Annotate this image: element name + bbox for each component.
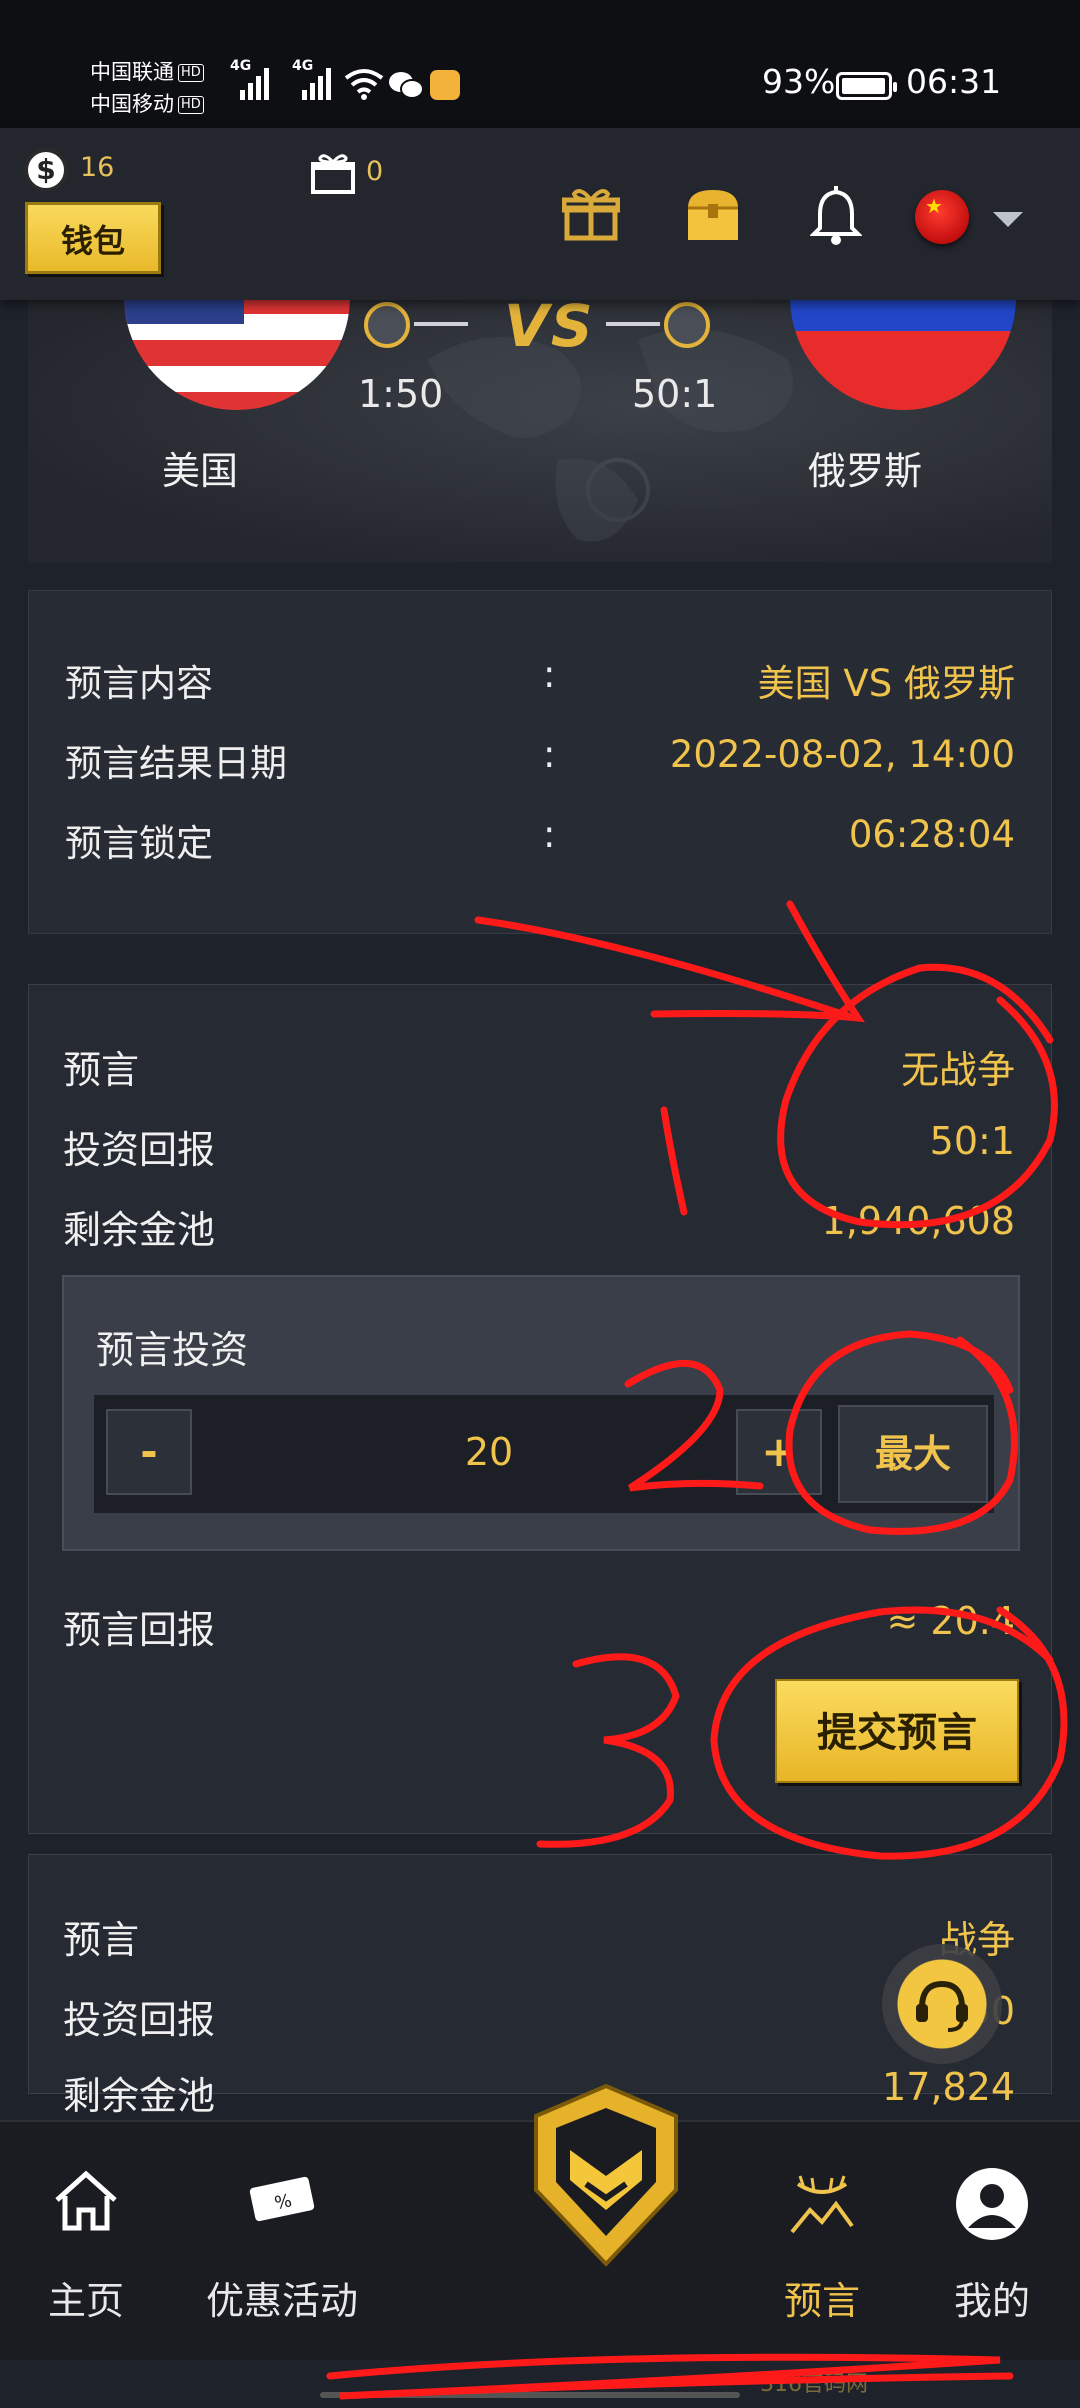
vs-divider	[414, 322, 468, 326]
gift-icon[interactable]	[562, 186, 620, 242]
coin-balance: 16	[80, 152, 115, 183]
reward-value: ≈ 20.4	[886, 1599, 1015, 1643]
submit-prediction-button[interactable]: 提交预言	[775, 1679, 1019, 1783]
amount-stepper: - 20 + 最大	[94, 1395, 994, 1513]
carrier-2: 中国移动	[90, 92, 174, 116]
nav-label: 优惠活动	[205, 2279, 358, 2323]
pool-row: 剩余金池 1,940,608	[63, 1199, 1015, 1259]
wifi-icon	[344, 69, 384, 100]
return-value: 50:1	[929, 1119, 1015, 1163]
odds-team-a: 1:50	[358, 372, 444, 416]
decrease-button[interactable]: -	[106, 1409, 192, 1495]
headset-icon	[916, 1980, 968, 2032]
vs-label: VS	[504, 300, 595, 360]
prophecy-icon	[790, 2175, 854, 2234]
status-bar: 中国联通 HD 中国移动 HD 4G 4G 93% 06:31	[0, 0, 1080, 128]
info-colon: :	[543, 653, 556, 696]
customer-support-button[interactable]	[882, 1944, 1002, 2064]
gift-count: 0	[366, 156, 384, 187]
hd-badge: HD	[178, 96, 204, 114]
return-label: 投资回报	[63, 1998, 216, 2042]
team-a-name: 美国	[162, 449, 239, 493]
pool-label: 剩余金池	[63, 2074, 216, 2118]
info-row-content: 预言内容 : 美国 VS 俄罗斯	[65, 653, 1015, 713]
nav-label: 主页	[47, 2279, 124, 2323]
amount-input[interactable]: 20	[194, 1409, 784, 1495]
prophecy-info-panel: 预言内容 : 美国 VS 俄罗斯 预言结果日期 : 2022-08-02, 14…	[28, 590, 1052, 934]
network-type: 4G	[230, 58, 252, 74]
info-colon: :	[543, 733, 556, 776]
gesture-bar[interactable]	[320, 2392, 740, 2398]
info-label: 预言内容	[65, 662, 213, 705]
gift-box-icon[interactable]	[310, 152, 356, 194]
info-value: 2022-08-02, 14:00	[669, 733, 1015, 776]
wallet-button[interactable]: 钱包	[25, 202, 161, 274]
prediction-value: 无战争	[900, 1048, 1015, 1092]
pool-value: 17,824	[882, 2065, 1015, 2109]
prediction-label: 预言	[63, 1918, 140, 1962]
info-label: 预言结果日期	[65, 742, 287, 785]
hd-badge: HD	[178, 64, 204, 82]
usa-flag-icon: ★★★	[124, 300, 350, 410]
info-value: 美国 VS 俄罗斯	[757, 662, 1015, 705]
investment-title: 预言投资	[96, 1328, 249, 1372]
prediction-row: 预言 战争	[63, 1909, 1015, 1969]
world-map-background	[428, 328, 793, 542]
bell-icon[interactable]	[810, 186, 862, 248]
fist-icon	[364, 302, 410, 348]
return-label: 投资回报	[63, 1128, 216, 1172]
center-logo-button[interactable]	[530, 2080, 682, 2270]
treasure-chest-icon[interactable]	[684, 186, 742, 244]
team-b-name: 俄罗斯	[808, 449, 923, 493]
app-header: $ 16 钱包 0	[0, 128, 1080, 300]
user-icon	[956, 2168, 1028, 2240]
ticket-icon: %	[249, 2176, 315, 2222]
pool-value: 1,940,608	[821, 1199, 1015, 1243]
app-notification-icon	[430, 70, 460, 100]
coin-icon: $	[24, 148, 68, 192]
odds-team-b: 50:1	[632, 372, 718, 416]
return-row: 投资回报 1:50	[63, 1989, 1015, 2049]
info-row-result-date: 预言结果日期 : 2022-08-02, 14:00	[65, 733, 1015, 793]
info-value: 06:28:04	[848, 813, 1015, 856]
battery-icon	[836, 72, 897, 100]
nav-home[interactable]: 主页	[0, 2122, 186, 2362]
home-icon	[55, 2170, 117, 2231]
carrier-1: 中国联通	[90, 60, 174, 84]
reward-row: 预言回报 ≈ 20.4	[63, 1599, 1015, 1659]
match-banner: ★★★ VS 1:50 50:1 美国 俄罗斯	[28, 300, 1052, 562]
chevron-down-icon[interactable]	[993, 212, 1023, 227]
nav-profile[interactable]: 我的	[892, 2122, 1080, 2362]
vs-divider	[606, 322, 660, 326]
nav-promotions[interactable]: % 优惠活动	[182, 2122, 382, 2362]
investment-box: 预言投资 - 20 + 最大	[62, 1275, 1020, 1551]
clock: 06:31	[906, 62, 1002, 101]
info-colon: :	[543, 813, 556, 856]
prediction-row: 预言 无战争	[63, 1039, 1015, 1099]
prediction-card-no-war: 预言 无战争 投资回报 50:1 剩余金池 1,940,608 预言投资 - 2…	[28, 984, 1052, 1834]
signal-icon: 4G	[292, 58, 334, 100]
china-flag-icon[interactable]	[915, 190, 969, 244]
handshake-icon	[664, 302, 710, 348]
increase-button[interactable]: +	[736, 1409, 822, 1495]
network-type: 4G	[292, 58, 314, 74]
signal-icon: 4G	[230, 58, 272, 100]
max-button[interactable]: 最大	[838, 1405, 988, 1503]
app-screen: 中国联通HD 中国移动HD 4G 4G 93% 06:31 $ 16 钱包	[0, 0, 1080, 2408]
reward-label: 预言回报	[63, 1608, 216, 1652]
watermark: 316官码网	[760, 2372, 868, 2397]
carrier-info: 中国联通 HD 中国移动 HD	[90, 56, 204, 120]
battery-percent: 93%	[762, 62, 836, 101]
wechat-icon	[389, 72, 424, 99]
info-label: 预言锁定	[65, 822, 213, 865]
info-row-lock-countdown: 预言锁定 : 06:28:04	[65, 813, 1015, 873]
return-row: 投资回报 50:1	[63, 1119, 1015, 1179]
prediction-label: 预言	[63, 1048, 140, 1092]
pool-label: 剩余金池	[63, 1208, 216, 1252]
nav-label: 我的	[953, 2279, 1030, 2323]
